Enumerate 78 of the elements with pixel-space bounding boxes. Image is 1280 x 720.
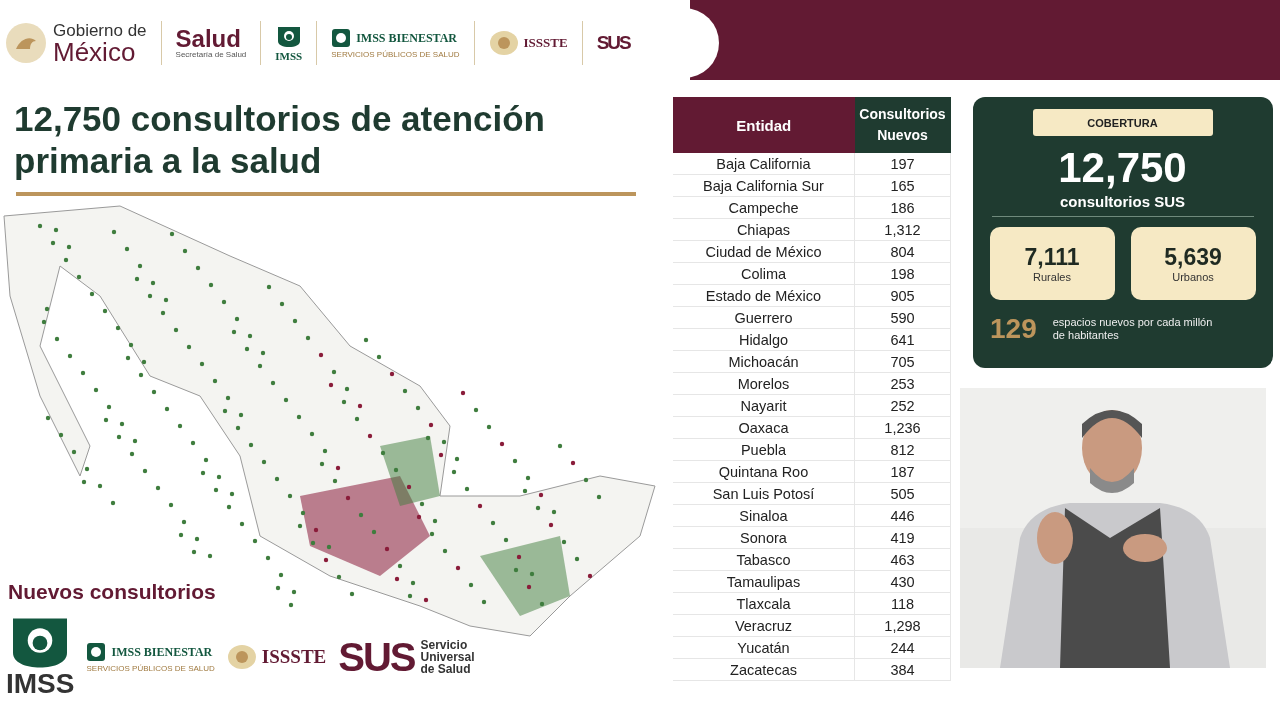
logo-text: SERVICIOS PÚBLICOS DE SALUD <box>331 50 460 59</box>
column-header: Entidad <box>673 97 855 153</box>
table-cell: 384 <box>854 658 951 681</box>
table-cell: 186 <box>854 196 951 219</box>
table-cell: San Luis Potosí <box>673 482 855 505</box>
ratio-label: espacios nuevos por cada millón de habitantes <box>1052 316 1213 342</box>
table-cell: Ciudad de México <box>673 240 855 263</box>
table-cell: Yucatán <box>673 636 855 659</box>
table-cell: Estado de México <box>673 284 855 307</box>
slide-title: 12,750 consultorios de atención primaria a la salud <box>14 98 546 182</box>
table-cell: 253 <box>854 372 951 395</box>
table-cell: Baja California <box>673 153 855 175</box>
table-cell: 252 <box>854 394 951 417</box>
logo-text: Secretaría de Salud <box>175 51 247 59</box>
table-cell: 1,312 <box>854 218 951 241</box>
table-cell: Guerrero <box>673 306 855 329</box>
table-cell: 197 <box>854 153 951 175</box>
table-cell: 165 <box>854 174 951 197</box>
table-cell: Oaxaca <box>673 416 855 439</box>
ratio-value: 129 <box>990 313 1037 345</box>
table-cell: Sonora <box>673 526 855 549</box>
table-cell: 1,298 <box>854 614 951 637</box>
stat-value: 5,639 <box>1164 244 1222 271</box>
logo-text: México <box>53 38 137 65</box>
logo-text: SERVICIOS PÚBLICOS DE SALUD <box>86 664 215 673</box>
stat-label: Rurales <box>1033 271 1071 283</box>
logo-text: Salud <box>175 27 242 51</box>
logo-text: Gobierno de <box>53 21 147 39</box>
table-cell: Nayarit <box>673 394 855 417</box>
logo-text: SUS <box>338 634 415 680</box>
table-cell: 463 <box>854 548 951 571</box>
table-cell: Hidalgo <box>673 328 855 351</box>
table-cell: Tlaxcala <box>673 592 855 615</box>
table-cell: 590 <box>854 306 951 329</box>
table-cell: 705 <box>854 350 951 373</box>
table-cell: Tamaulipas <box>673 570 855 593</box>
logo-text: IMSS BIENESTAR <box>356 31 457 44</box>
table-cell: 446 <box>854 504 951 527</box>
section-heading: Nuevos consultorios <box>8 580 216 604</box>
table-cell: Quintana Roo <box>673 460 855 483</box>
table-cell: Zacatecas <box>673 658 855 681</box>
logo-text: ISSSTE <box>523 35 568 51</box>
logo-text: Universal <box>420 651 475 663</box>
table-cell: Chiapas <box>673 218 855 241</box>
column-header: Consultorios Nuevos <box>854 97 951 153</box>
table-cell: Morelos <box>673 372 855 395</box>
table-cell: 812 <box>854 438 951 461</box>
logo-text: Servicio <box>420 639 469 651</box>
logo-text: IMSS <box>275 50 303 62</box>
table-cell: Veracruz <box>673 614 855 637</box>
table-cell: Colima <box>673 262 855 285</box>
table-cell: Baja California Sur <box>673 174 855 197</box>
table-cell: Tabasco <box>673 548 855 571</box>
table-cell: 641 <box>854 328 951 351</box>
table-cell: Sinaloa <box>673 504 855 527</box>
table-cell: 419 <box>854 526 951 549</box>
table-cell: 430 <box>854 570 951 593</box>
table-cell: 187 <box>854 460 951 483</box>
stat-label: Urbanos <box>1172 271 1214 283</box>
logo-text: IMSS <box>6 670 75 698</box>
logo-text: ISSSTE <box>261 646 327 668</box>
table-cell: Michoacán <box>673 350 855 373</box>
table-cell: 1,236 <box>854 416 951 439</box>
table-cell: 905 <box>854 284 951 307</box>
table-cell: 118 <box>854 592 951 615</box>
logo-text: SUS <box>596 32 630 54</box>
table-cell: 244 <box>854 636 951 659</box>
table-cell: Campeche <box>673 196 855 219</box>
table-cell: 505 <box>854 482 951 505</box>
logo-text: IMSS BIENESTAR <box>111 645 213 658</box>
logo-text: de Salud <box>420 663 472 675</box>
total-label: consultorios SUS <box>1060 193 1185 210</box>
table-cell: Puebla <box>673 438 855 461</box>
table-cell: 804 <box>854 240 951 263</box>
coverage-badge: COBERTURA <box>1032 109 1213 136</box>
total-value: 12,750 <box>1058 147 1187 189</box>
stat-value: 7,111 <box>1024 244 1080 271</box>
table-cell: 198 <box>854 262 951 285</box>
